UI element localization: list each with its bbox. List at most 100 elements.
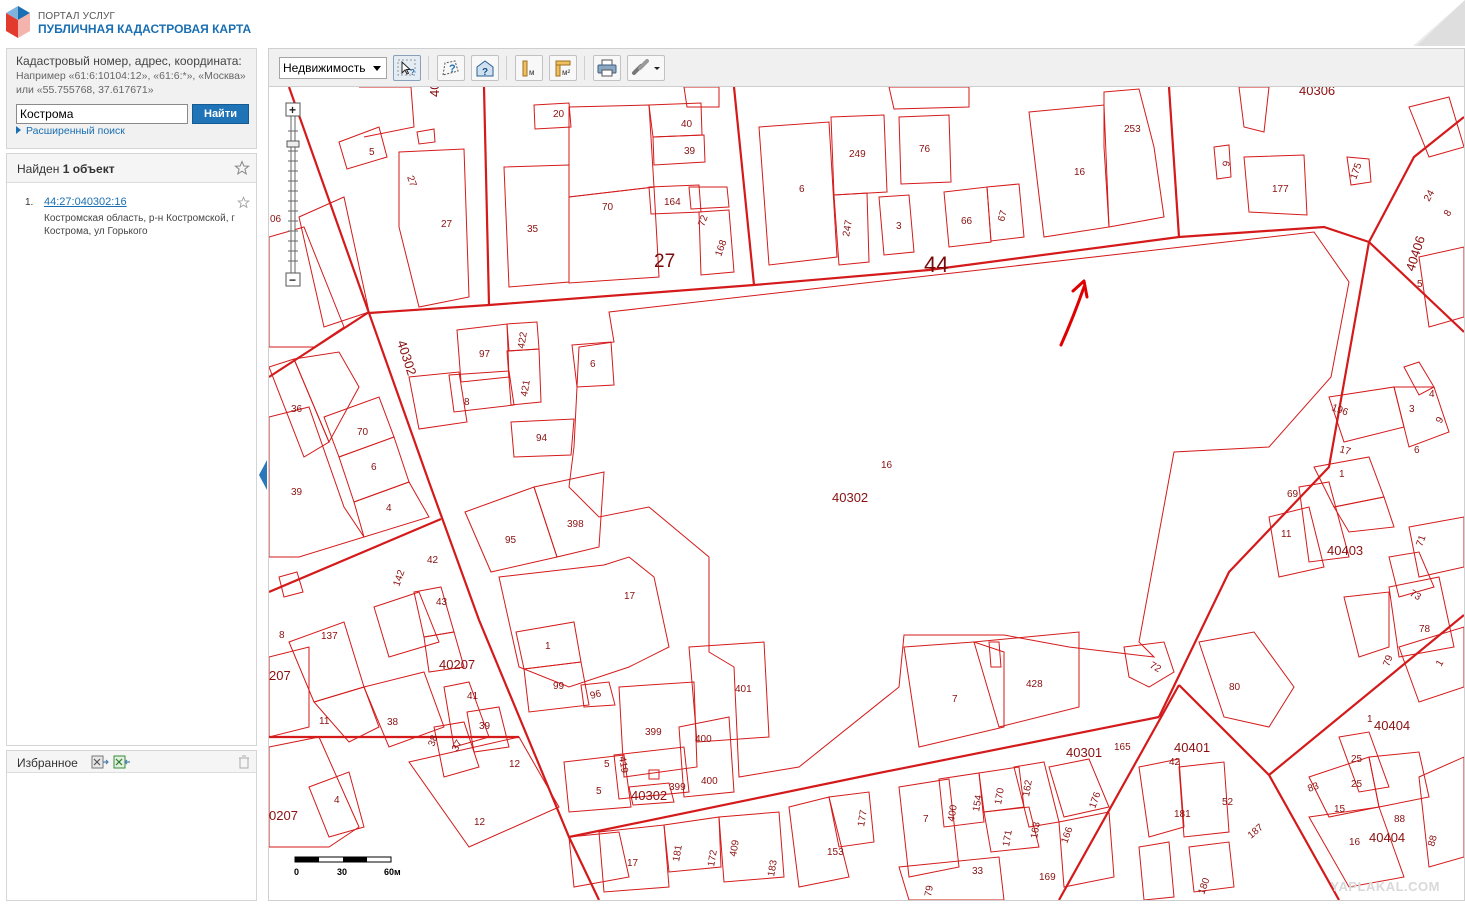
trash-icon[interactable] (238, 755, 250, 769)
svg-text:401: 401 (735, 684, 752, 695)
svg-text:399: 399 (669, 782, 686, 793)
svg-text:196: 196 (1330, 402, 1350, 418)
svg-text:99: 99 (553, 681, 565, 692)
svg-text:69: 69 (1287, 489, 1299, 500)
block-label-40302-vertical: 40302 (394, 338, 419, 377)
layer-select[interactable]: Недвижимость (279, 57, 387, 79)
ruler-length-icon: м (522, 60, 535, 77)
svg-text:?: ? (449, 63, 456, 75)
svg-text:249: 249 (849, 149, 866, 160)
identify-building-button[interactable]: ? (471, 55, 499, 81)
svg-text:33: 33 (972, 866, 984, 877)
svg-text:6: 6 (371, 462, 377, 473)
svg-text:1: 1 (1339, 469, 1345, 480)
svg-text:181: 181 (671, 844, 685, 863)
svg-text:171: 171 (1001, 829, 1015, 848)
result-cadastral-link[interactable]: 44:27:040302:16 (44, 196, 127, 208)
svg-text:175: 175 (1348, 161, 1364, 181)
link-dropdown-button[interactable] (627, 55, 665, 81)
scale-label-60: 60м (384, 867, 401, 877)
sidebar: Кадастровый номер, адрес, координата: На… (6, 48, 257, 901)
portal-logo-icon[interactable] (5, 5, 31, 39)
parcel-question-icon: ? (442, 60, 459, 76)
svg-text:409: 409 (728, 839, 742, 858)
block-label-40302: 40302 (832, 490, 868, 505)
toolbar-separator (584, 56, 585, 80)
svg-text:8: 8 (279, 630, 285, 641)
svg-text:83: 83 (1306, 781, 1321, 795)
zoom-in-label: + (289, 103, 296, 117)
svg-text:42: 42 (1169, 757, 1181, 768)
print-button[interactable] (593, 55, 621, 81)
brand-title[interactable]: ПУБЛИЧНАЯ КАДАСТРОВАЯ КАРТА (38, 22, 251, 36)
advanced-search-link[interactable]: Расширенный поиск (16, 125, 125, 137)
svg-text:06: 06 (270, 214, 282, 225)
import-favorites-icon[interactable] (113, 755, 131, 769)
svg-text:400: 400 (701, 776, 718, 787)
measure-area-button[interactable]: м² (549, 55, 577, 81)
svg-text:70: 70 (602, 202, 614, 213)
svg-text:172: 172 (706, 849, 720, 868)
search-input[interactable] (16, 104, 188, 124)
svg-text:20: 20 (553, 109, 565, 120)
svg-text:15: 15 (1334, 804, 1346, 815)
svg-text:142: 142 (391, 568, 407, 588)
svg-text:79: 79 (923, 884, 936, 897)
svg-text:3: 3 (896, 221, 902, 232)
svg-text:253: 253 (1124, 124, 1141, 135)
favorites-header: Избранное (7, 751, 256, 773)
export-favorites-icon[interactable] (91, 755, 109, 769)
zoom-out-label: − (289, 273, 296, 287)
favorites-title: Избранное (17, 756, 78, 770)
svg-text:5: 5 (596, 786, 602, 797)
svg-text:16: 16 (1074, 167, 1086, 178)
svg-text:177: 177 (1272, 184, 1289, 195)
measure-length-button[interactable]: м (515, 55, 543, 81)
svg-text:8: 8 (1442, 208, 1455, 219)
star-icon[interactable] (234, 160, 250, 176)
map-canvas[interactable]: 40302 40403 40207 40404 40404 40401 4030… (269, 87, 1464, 900)
svg-text:39: 39 (291, 487, 303, 498)
block-label-40301: 40301 (1066, 745, 1102, 760)
results-count: Найден 1 объект (17, 162, 115, 176)
svg-text:42: 42 (427, 555, 439, 566)
svg-text:40: 40 (681, 119, 693, 130)
svg-text:52: 52 (1222, 797, 1234, 808)
block-label-40-vertical: 40 (427, 87, 442, 97)
svg-text:6: 6 (590, 359, 596, 370)
identify-parcel-button[interactable]: ? (437, 55, 465, 81)
collapse-sidebar-handle[interactable] (259, 460, 267, 490)
svg-text:94: 94 (536, 433, 548, 444)
svg-text:41: 41 (467, 691, 479, 702)
select-info-button[interactable]: ? (393, 55, 421, 81)
svg-text:183: 183 (766, 859, 780, 878)
cadastral-map[interactable]: 40302 40403 40207 40404 40404 40401 4030… (269, 87, 1464, 900)
add-favorite-star-icon[interactable] (237, 196, 250, 209)
expand-triangle-icon (16, 126, 21, 134)
svg-text:166: 166 (1059, 825, 1075, 845)
svg-text:35: 35 (527, 224, 539, 235)
svg-text:39: 39 (684, 146, 696, 157)
toolbar-separator (428, 56, 429, 80)
svg-text:180: 180 (1196, 876, 1212, 896)
scale-label-30: 30 (337, 867, 347, 877)
block-label-40404: 40404 (1374, 718, 1410, 733)
svg-text:177: 177 (856, 809, 870, 828)
svg-text:4: 4 (1429, 389, 1435, 400)
svg-text:165: 165 (1114, 742, 1131, 753)
svg-text:37: 37 (450, 738, 465, 754)
svg-text:162: 162 (1021, 779, 1035, 798)
zoom-control[interactable]: + − (283, 101, 303, 291)
found-prefix: Найден (17, 162, 63, 176)
svg-text:25: 25 (1351, 754, 1363, 765)
svg-text:72: 72 (696, 213, 710, 228)
svg-text:181: 181 (1174, 809, 1191, 820)
svg-text:36: 36 (291, 404, 303, 415)
svg-text:169: 169 (1039, 872, 1056, 883)
svg-text:17: 17 (1338, 444, 1352, 458)
svg-text:79: 79 (1381, 653, 1395, 668)
search-button[interactable]: Найти (192, 104, 249, 124)
svg-text:17: 17 (627, 858, 639, 869)
svg-text:?: ? (410, 68, 415, 77)
svg-text:25: 25 (1351, 779, 1363, 790)
